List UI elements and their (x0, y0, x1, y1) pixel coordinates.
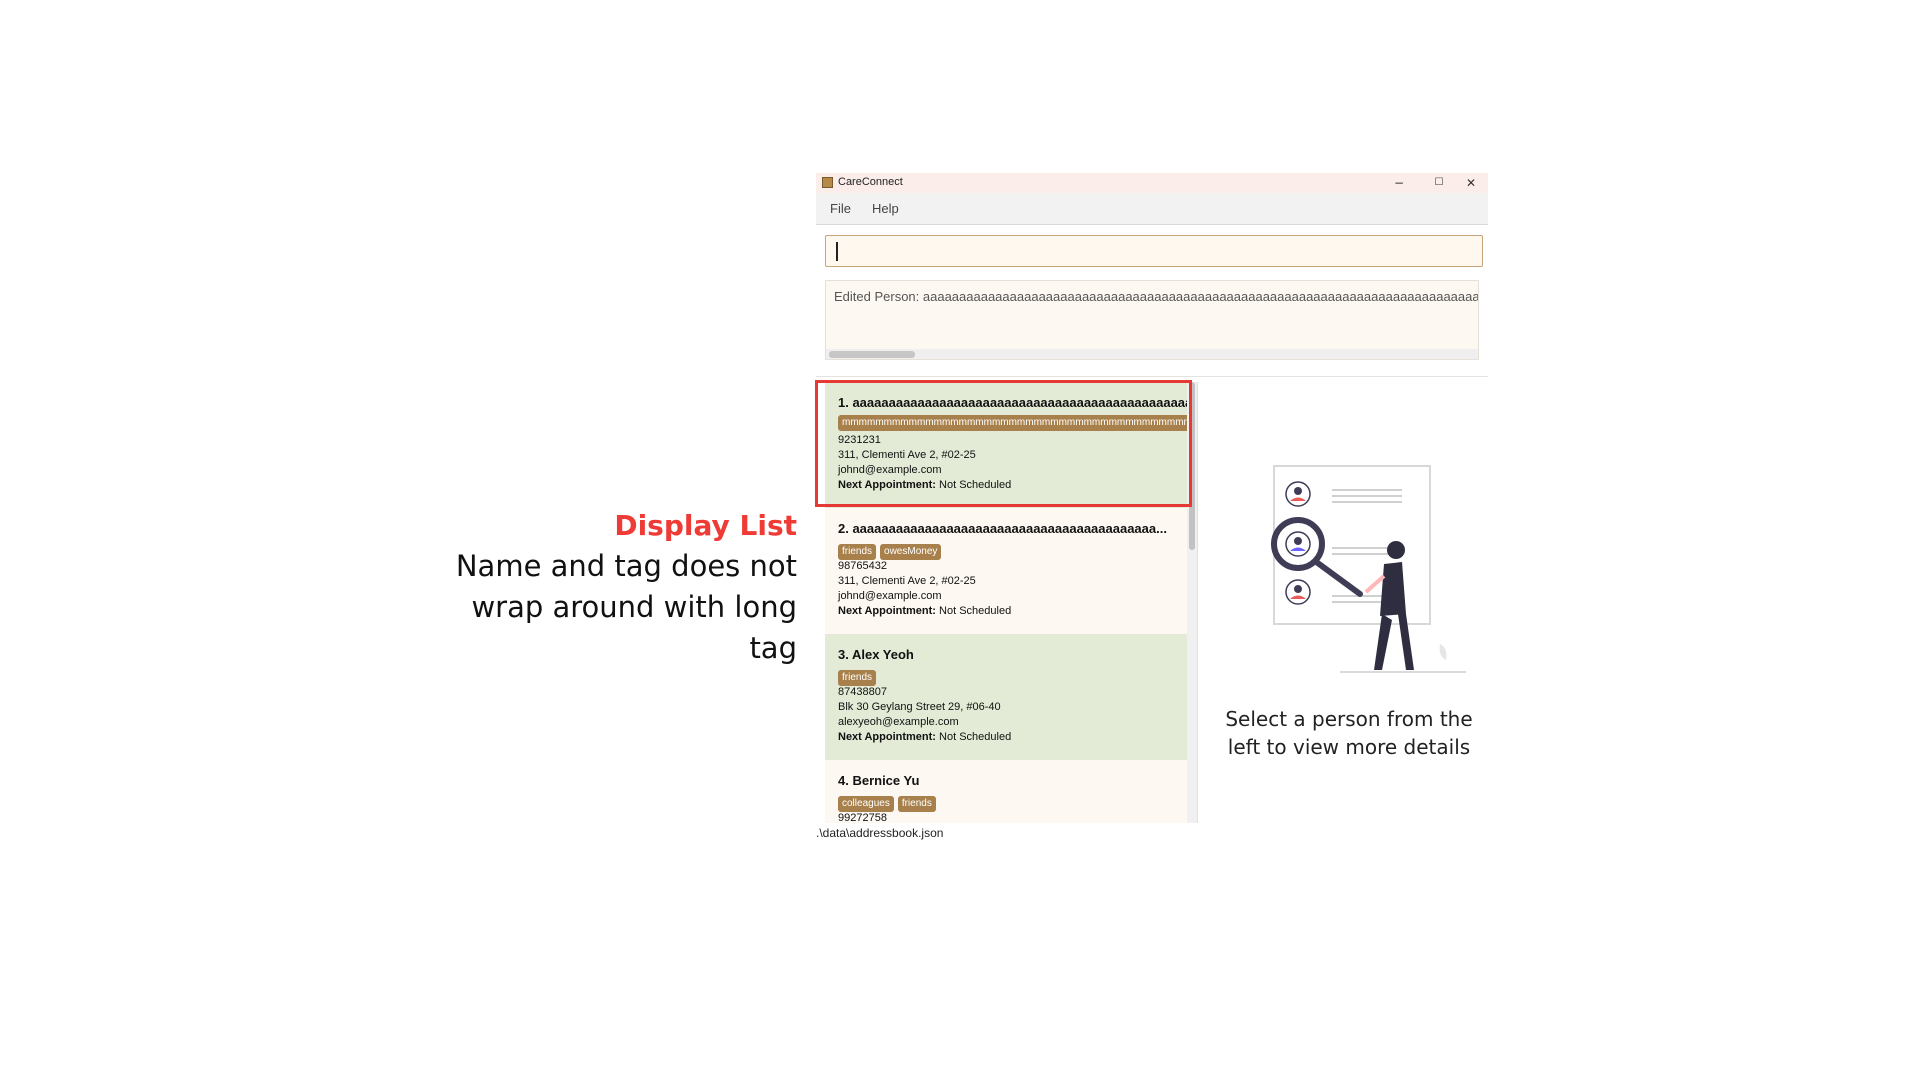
title-bar: CareConnect − ☐ ✕ (816, 173, 1488, 193)
annotation: Display List Name and tag does not wrap … (456, 505, 797, 669)
window-title: CareConnect (838, 176, 903, 188)
menu-help[interactable]: Help (872, 201, 899, 216)
tag-list: friends owesMoney (838, 541, 945, 560)
search-person-illustration (1271, 465, 1466, 673)
app-icon (822, 177, 833, 188)
person-phone: 87438807 (838, 686, 887, 698)
person-card[interactable]: 4. Bernice Yu colleagues friends 99272758 (825, 760, 1187, 823)
person-email: johnd@example.com (838, 590, 942, 602)
tag: friends (838, 670, 877, 686)
person-address: Blk 30 Geylang Street 29, #06-40 (838, 701, 1001, 713)
command-input[interactable] (825, 235, 1483, 267)
annotation-line: wrap around with long (471, 590, 797, 624)
result-display: Edited Person: aaaaaaaaaaaaaaaaaaaaaaaaa… (825, 280, 1479, 360)
close-button[interactable]: ✕ (1454, 173, 1488, 193)
appointment-row: Next Appointment: Not Scheduled (838, 731, 1011, 743)
person-phone: 98765432 (838, 560, 887, 572)
status-bar-path: .\data\addressbook.json (816, 826, 944, 840)
text-caret (836, 242, 838, 261)
tag-list: friends (838, 667, 880, 686)
tag: colleagues (838, 796, 894, 812)
result-text: Edited Person: aaaaaaaaaaaaaaaaaaaaaaaaa… (834, 289, 1479, 304)
person-card[interactable]: 2. aaaaaaaaaaaaaaaaaaaaaaaaaaaaaaaaaaaaa… (825, 508, 1187, 634)
menu-bar: File Help (816, 193, 1488, 225)
annotation-title: Display List (614, 509, 797, 542)
tag-list: colleagues friends (838, 793, 940, 812)
empty-detail-message: Select a person from the left to view mo… (1208, 705, 1490, 761)
highlight-box (815, 380, 1192, 507)
maximize-button[interactable]: ☐ (1422, 173, 1456, 193)
tag: friends (897, 796, 936, 812)
minimize-button[interactable]: − (1382, 173, 1416, 193)
tag: friends (838, 544, 877, 560)
menu-file[interactable]: File (830, 201, 851, 216)
appointment-label: Next Appointment: (838, 605, 936, 617)
person-email: alexyeoh@example.com (838, 716, 959, 728)
detail-message-line: left to view more details (1227, 735, 1471, 759)
person-name: 3. Alex Yeoh (838, 647, 914, 662)
appointment-value: Not Scheduled (939, 731, 1012, 743)
divider (816, 376, 1488, 377)
annotation-line: tag (749, 631, 797, 665)
detail-message-line: Select a person from the (1225, 707, 1473, 731)
appointment-value: Not Scheduled (939, 605, 1012, 617)
person-card[interactable]: 3. Alex Yeoh friends 87438807 Blk 30 Gey… (825, 634, 1187, 760)
tag: owesMoney (880, 544, 942, 560)
detail-panel: Select a person from the left to view mo… (1197, 382, 1489, 823)
appointment-label: Next Appointment: (838, 731, 936, 743)
scrollbar-thumb[interactable] (829, 351, 915, 358)
annotation-line: Name and tag does not (455, 549, 797, 583)
person-address: 311, Clementi Ave 2, #02-25 (838, 575, 976, 587)
appointment-row: Next Appointment: Not Scheduled (838, 605, 1011, 617)
person-name: 2. aaaaaaaaaaaaaaaaaaaaaaaaaaaaaaaaaaaaa… (838, 521, 1167, 536)
person-name: 4. Bernice Yu (838, 773, 920, 788)
person-phone: 99272758 (838, 812, 887, 823)
horizontal-scrollbar[interactable] (826, 349, 1478, 359)
